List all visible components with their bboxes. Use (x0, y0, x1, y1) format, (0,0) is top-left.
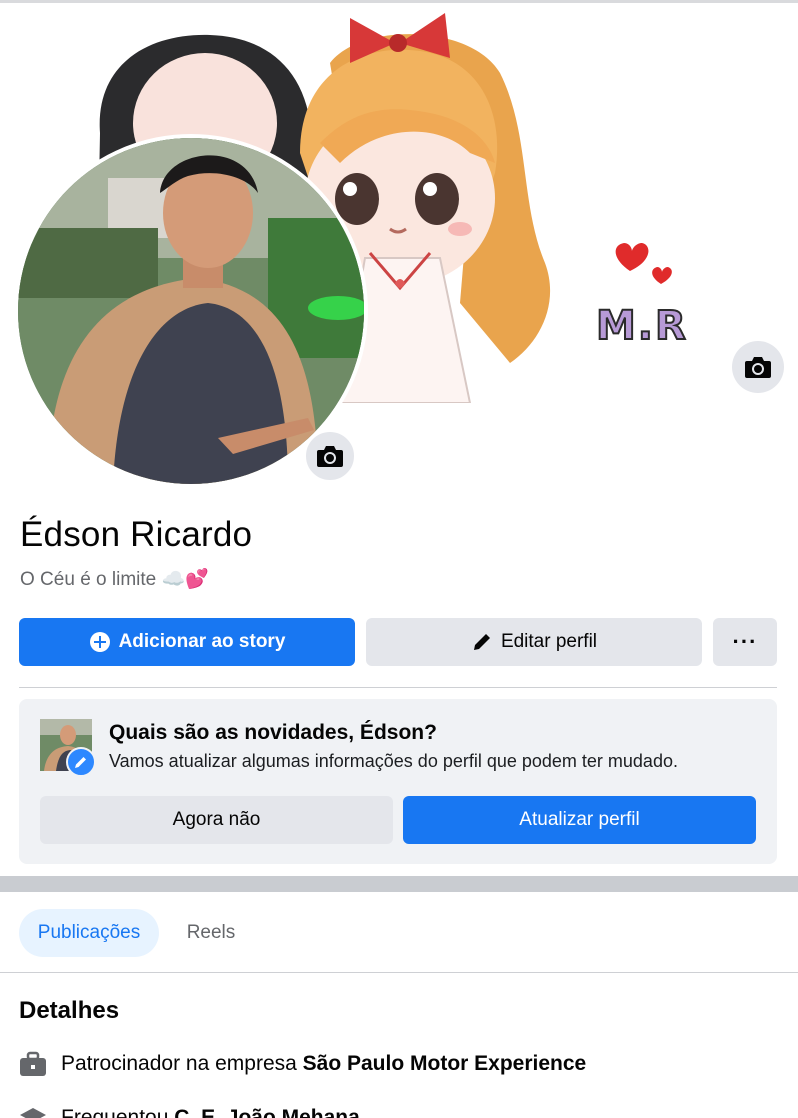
briefcase-icon (19, 1050, 47, 1078)
profile-name: Édson Ricardo (20, 515, 253, 554)
cover-monogram: M.R (595, 302, 688, 350)
edit-profile-label: Editar perfil (500, 631, 598, 652)
details-heading: Detalhes (19, 997, 120, 1024)
detail-work-value[interactable]: São Paulo Motor Experience (303, 1052, 587, 1075)
profile-photo[interactable] (18, 138, 364, 484)
add-to-story-button[interactable]: Adicionar ao story (19, 618, 355, 666)
profile-photo-image (18, 138, 364, 484)
camera-icon (745, 357, 771, 378)
tab-reels-label: Reels (186, 922, 236, 943)
update-profile-button[interactable]: Atualizar perfil (403, 796, 756, 844)
cover-camera-button[interactable] (732, 341, 784, 393)
update-card-title: Quais são as novidades, Édson? (109, 721, 437, 744)
profile-bio: O Céu é o limite ☁️💕 (20, 569, 209, 590)
card-avatar (40, 719, 96, 777)
camera-icon (317, 446, 343, 467)
detail-item-education: Frequentou C. E. João Mehana (19, 1104, 360, 1118)
add-to-story-label: Adicionar ao story (118, 631, 286, 652)
detail-work-prefix: Patrocinador na empresa (61, 1052, 303, 1075)
update-profile-label: Atualizar perfil (519, 809, 640, 830)
edit-badge (66, 747, 96, 777)
more-options-button[interactable]: ··· (713, 618, 777, 666)
edit-profile-button[interactable]: Editar perfil (366, 618, 702, 666)
more-options-icon: ··· (732, 629, 758, 654)
pencil-icon (473, 632, 492, 650)
detail-item-work: Patrocinador na empresa São Paulo Motor … (19, 1050, 586, 1078)
plus-circle-icon (89, 632, 110, 652)
not-now-button[interactable]: Agora não (40, 796, 393, 844)
tab-reels[interactable]: Reels (168, 909, 254, 957)
section-divider (19, 687, 777, 688)
tab-publications-label: Publicações (37, 922, 141, 943)
detail-education-prefix: Frequentou (61, 1106, 175, 1118)
graduation-cap-icon (19, 1104, 47, 1118)
pencil-icon (75, 757, 86, 768)
update-profile-card: Quais são as novidades, Édson? Vamos atu… (19, 699, 777, 864)
tabs-divider (0, 972, 798, 973)
not-now-label: Agora não (172, 809, 261, 830)
update-card-subtitle: Vamos atualizar algumas informações do p… (109, 751, 678, 771)
section-separator (0, 876, 798, 892)
profile-camera-button[interactable] (304, 430, 356, 482)
tab-publications[interactable]: Publicações (19, 909, 159, 957)
detail-education-value[interactable]: C. E. João Mehana (174, 1106, 360, 1118)
